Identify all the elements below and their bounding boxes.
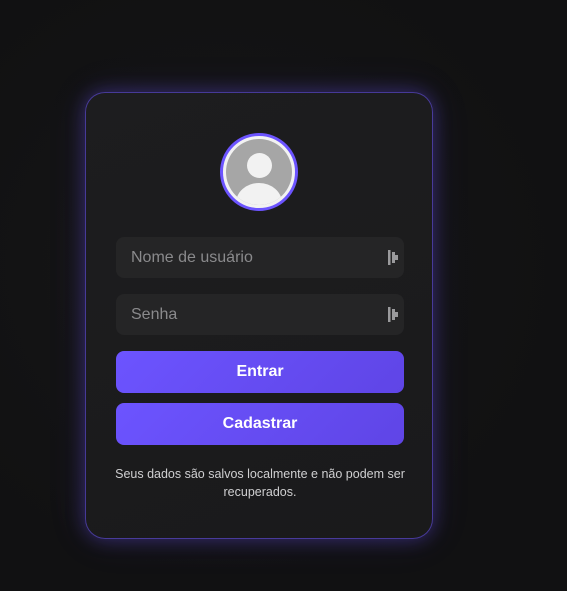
storage-notice: Seus dados são salvos localmente e não p… xyxy=(115,467,405,499)
password-manager-key-icon[interactable] xyxy=(388,307,400,322)
avatar-head xyxy=(247,153,272,178)
login-card: Entrar Cadastrar Seus dados são salvos l… xyxy=(85,92,433,539)
register-button[interactable]: Cadastrar xyxy=(116,403,404,445)
avatar-silhouette xyxy=(226,139,292,205)
avatar-body xyxy=(236,183,282,205)
username-field[interactable] xyxy=(116,237,404,278)
user-avatar-icon xyxy=(220,133,298,211)
password-field[interactable] xyxy=(116,294,404,335)
username-input[interactable] xyxy=(116,237,376,278)
page: Entrar Cadastrar Seus dados são salvos l… xyxy=(0,0,567,591)
password-manager-key-icon[interactable] xyxy=(388,250,400,265)
login-button[interactable]: Entrar xyxy=(116,351,404,393)
password-input[interactable] xyxy=(116,294,376,335)
